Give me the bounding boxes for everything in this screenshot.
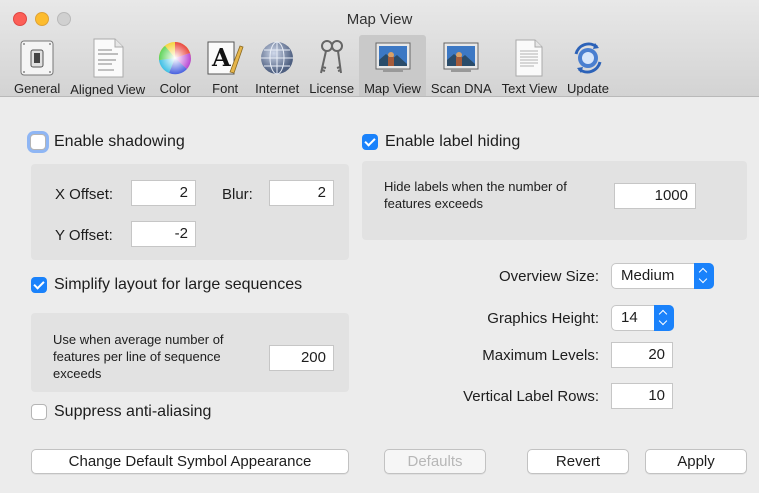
tab-scan-dna[interactable]: Scan DNA [426, 35, 497, 96]
label-hiding-desc-line2: features exceeds [384, 196, 484, 211]
revert-button[interactable]: Revert [527, 449, 629, 474]
change-default-symbol-button[interactable]: Change Default Symbol Appearance [31, 449, 349, 474]
graphics-height-label: Graphics Height: [487, 310, 599, 327]
blur-label: Blur: [222, 186, 253, 203]
tab-text-view-label: Text View [501, 81, 558, 96]
x-offset-field[interactable]: 2 [131, 180, 196, 206]
globe-icon [257, 38, 297, 77]
apply-button[interactable]: Apply [645, 449, 747, 474]
overview-size-value: Medium [621, 267, 675, 284]
tab-update-label: Update [567, 81, 609, 96]
window-title: Map View [346, 11, 413, 28]
tab-text-view[interactable]: Text View [497, 35, 562, 96]
tab-color[interactable]: Color [150, 35, 200, 96]
label-hiding-threshold-field[interactable]: 1000 [614, 183, 696, 209]
tab-license[interactable]: License [304, 35, 359, 96]
simplify-desc-line2: features per line of sequence [53, 349, 221, 364]
tab-aligned-view[interactable]: Aligned View [65, 35, 150, 97]
switch-icon [17, 38, 57, 77]
tab-license-label: License [309, 81, 355, 96]
tab-update[interactable]: Update [562, 35, 614, 96]
enable-shadowing-label: Enable shadowing [54, 133, 185, 150]
y-offset-field[interactable]: -2 [131, 221, 196, 247]
font-icon: A [205, 38, 245, 77]
svg-text:A: A [211, 43, 231, 72]
chevron-up-down-icon [694, 263, 714, 289]
enable-label-hiding-checkbox[interactable] [362, 134, 378, 150]
overview-size-popup[interactable]: Medium [611, 263, 714, 289]
tab-general-label: General [14, 81, 61, 96]
enable-shadowing-checkbox[interactable] [30, 134, 46, 150]
simplify-desc-line3: exceeds [53, 366, 102, 381]
chevron-up-down-icon [654, 305, 674, 331]
tab-map-view[interactable]: Map View [359, 35, 426, 96]
simplify-layout-label: Simplify layout for large sequences [54, 276, 303, 293]
simplify-layout-checkbox[interactable] [31, 277, 47, 293]
text-document-icon [509, 38, 549, 77]
sync-icon [568, 38, 608, 77]
tab-color-label: Color [159, 81, 191, 96]
overview-size-label: Overview Size: [498, 268, 599, 285]
tab-font-label: Font [212, 81, 239, 96]
enable-label-hiding-label: Enable label hiding [385, 133, 521, 150]
picture-icon [441, 38, 481, 77]
keys-icon [312, 38, 352, 77]
preferences-toolbar: General Aligned View Color A Font Intern… [9, 35, 614, 97]
x-offset-label: X Offset: [55, 186, 114, 203]
tab-map-view-label: Map View [364, 81, 421, 96]
color-wheel-icon [155, 38, 195, 77]
tab-general[interactable]: General [9, 35, 65, 96]
title-bar: Map View General Aligned View Color A Fo… [0, 0, 759, 97]
picture-icon [373, 38, 413, 77]
label-hiding-desc-line1: Hide labels when the number of [384, 179, 567, 194]
y-offset-label: Y Offset: [55, 227, 113, 244]
graphics-height-value: 14 [621, 309, 638, 326]
tab-font[interactable]: A Font [200, 35, 250, 96]
blur-field[interactable]: 2 [269, 180, 334, 206]
tab-internet-label: Internet [255, 81, 300, 96]
simplify-desc-line1: Use when average number of [53, 332, 224, 347]
tab-internet[interactable]: Internet [250, 35, 304, 96]
suppress-antialiasing-checkbox[interactable] [31, 404, 47, 420]
maximum-levels-label: Maximum Levels: [482, 347, 599, 364]
maximum-levels-field[interactable]: 20 [611, 342, 673, 368]
vertical-label-rows-label: Vertical Label Rows: [463, 388, 599, 405]
simplify-threshold-field[interactable]: 200 [269, 345, 334, 371]
vertical-label-rows-field[interactable]: 10 [611, 383, 673, 409]
suppress-antialiasing-label: Suppress anti-aliasing [54, 403, 212, 420]
tab-scan-dna-label: Scan DNA [430, 81, 492, 96]
document-icon [88, 38, 128, 78]
graphics-height-popup[interactable]: 14 [611, 305, 674, 331]
preferences-window: Map View General Aligned View Color A Fo… [0, 0, 759, 493]
tab-aligned-view-label: Aligned View [70, 82, 146, 97]
defaults-button[interactable]: Defaults [384, 449, 486, 474]
